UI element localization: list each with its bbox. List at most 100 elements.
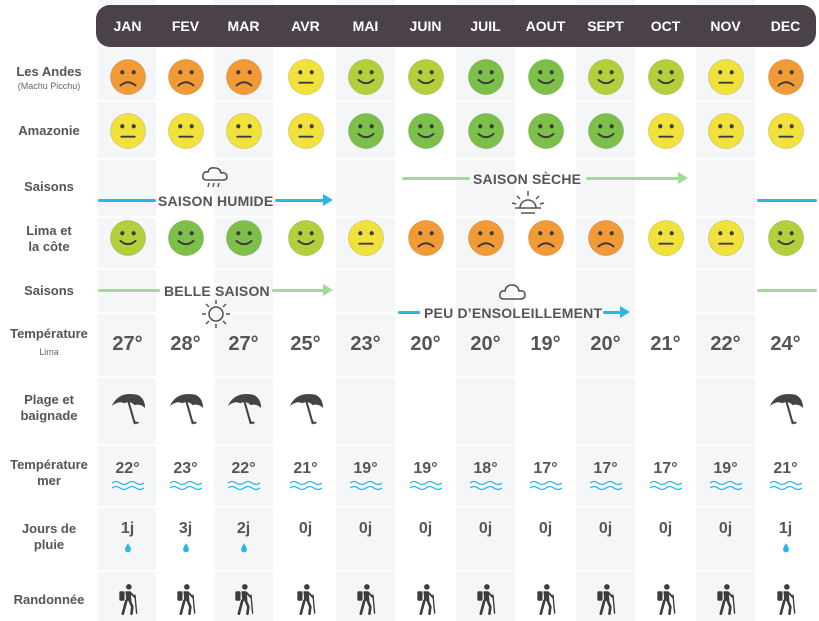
waves-icon <box>111 480 144 491</box>
season-humide-line-right <box>275 199 325 202</box>
hiker-icon <box>234 584 253 615</box>
row-sublabel-lima: Lima <box>39 347 59 357</box>
month-label-aout: AOUT <box>525 18 566 34</box>
sun-icon <box>202 300 230 328</box>
season-belle-label: BELLE SAISON <box>164 283 270 299</box>
rain-days-value: 0j <box>658 520 673 537</box>
season-humide-line-left <box>98 199 156 202</box>
hiker-icon <box>476 584 495 615</box>
season-belle-line-left <box>98 289 160 292</box>
neutral-face-icon <box>707 112 744 150</box>
sea-temperature-value: 19° <box>353 460 378 477</box>
waves-icon <box>227 480 260 491</box>
row-separator <box>0 506 819 508</box>
sea-temperature-value: 23° <box>173 460 198 477</box>
row-label-randonnee: Randonnée <box>13 592 85 607</box>
sea-temperature-value: 17° <box>593 460 618 477</box>
arrow-right-icon <box>678 172 688 184</box>
sea-temperature-value: 21° <box>293 460 318 477</box>
sad-face-icon <box>407 219 444 257</box>
waves-icon <box>589 480 622 491</box>
month-label-sept: SEPT <box>587 18 624 34</box>
temperature-value: 27° <box>112 333 143 355</box>
neutral-face-icon <box>707 58 744 96</box>
neutral-face-icon <box>109 112 146 150</box>
sun-icon <box>511 191 545 214</box>
happy-face-icon <box>347 58 384 96</box>
temperature-value: 21° <box>650 333 681 355</box>
neutral-face-icon <box>225 112 262 150</box>
neutral-face-icon <box>707 219 744 257</box>
happy-face-icon <box>467 58 504 96</box>
season-peu-label: PEU D’ENSOLEILLEMENT <box>424 305 603 321</box>
beach-umbrella-icon <box>227 393 261 425</box>
waves-icon <box>409 480 442 491</box>
month-label-jan: JAN <box>113 18 142 34</box>
waves-icon <box>709 480 742 491</box>
hiker-icon <box>118 584 137 615</box>
neutral-face-icon <box>767 112 804 150</box>
row-label-saisons-andes: Saisons <box>24 179 74 194</box>
arrow-right-icon <box>620 306 630 318</box>
hiker-icon <box>296 584 315 615</box>
beach-umbrella-icon <box>111 393 145 425</box>
arrow-right-icon <box>323 194 333 206</box>
hiker-icon <box>716 584 735 615</box>
row-label-lima: Lima et la côte <box>26 223 72 254</box>
neutral-face-icon <box>347 219 384 257</box>
sea-temperature-value: 18° <box>473 460 498 477</box>
temperature-value: 24° <box>770 333 801 355</box>
neutral-face-icon <box>167 112 204 150</box>
season-seche-line-right <box>586 177 680 180</box>
hiker-icon <box>596 584 615 615</box>
rain-drop-icon <box>182 543 189 553</box>
rain-days-value: 0j <box>358 520 373 537</box>
happy-face-icon <box>347 112 384 150</box>
month-label-fev: FEV <box>171 18 200 34</box>
cloud-icon <box>499 284 526 300</box>
waves-icon <box>769 480 802 491</box>
rain-days-value: 1j <box>120 520 135 537</box>
month-label-mar: MAR <box>227 18 260 34</box>
row-separator <box>0 376 819 378</box>
rain-cloud-icon <box>202 167 228 188</box>
month-label-oct: OCT <box>650 18 681 34</box>
hiker-icon <box>536 584 555 615</box>
sea-temperature-value: 17° <box>533 460 558 477</box>
rain-days-value: 0j <box>598 520 613 537</box>
beach-umbrella-icon <box>169 393 203 425</box>
row-separator <box>0 444 819 446</box>
beach-umbrella-icon <box>769 393 803 425</box>
happy-face-icon <box>225 219 262 257</box>
row-label-amazonie: Amazonie <box>18 123 80 138</box>
sea-temperature-value: 22° <box>115 460 140 477</box>
rain-days-value: 0j <box>478 520 493 537</box>
happy-face-icon <box>407 58 444 96</box>
neutral-face-icon <box>647 112 684 150</box>
temperature-value: 20° <box>470 333 501 355</box>
rain-drop-icon <box>240 543 247 553</box>
row-separator <box>0 100 819 102</box>
travel-climate-calendar: JAN FEV MAR AVR MAI JUIN JUIL AOUT SEPT OCT NOV DEC… <box>0 0 819 621</box>
sea-temperature-value: 17° <box>653 460 678 477</box>
neutral-face-icon <box>647 219 684 257</box>
beach-umbrella-icon <box>289 393 323 425</box>
row-label-temperature: Température Lima <box>0 326 98 358</box>
happy-face-icon <box>647 58 684 96</box>
season-peu-line-right <box>603 311 621 314</box>
happy-face-icon <box>527 58 564 96</box>
sad-face-icon <box>167 58 204 96</box>
sea-temperature-value: 19° <box>713 460 738 477</box>
rain-drop-icon <box>124 543 131 553</box>
month-label-mai: MAI <box>352 18 379 34</box>
row-separator <box>0 216 819 218</box>
rain-days-value: 0j <box>538 520 553 537</box>
row-label-temperature-mer: Température mer <box>10 457 88 488</box>
row-sublabel-andes: (Machu Picchu) <box>17 81 81 91</box>
happy-face-icon <box>167 219 204 257</box>
sad-face-icon <box>467 219 504 257</box>
rain-days-value: 0j <box>298 520 313 537</box>
temperature-value: 20° <box>590 333 621 355</box>
hiker-icon <box>776 584 795 615</box>
rain-days-value: 3j <box>178 520 193 537</box>
